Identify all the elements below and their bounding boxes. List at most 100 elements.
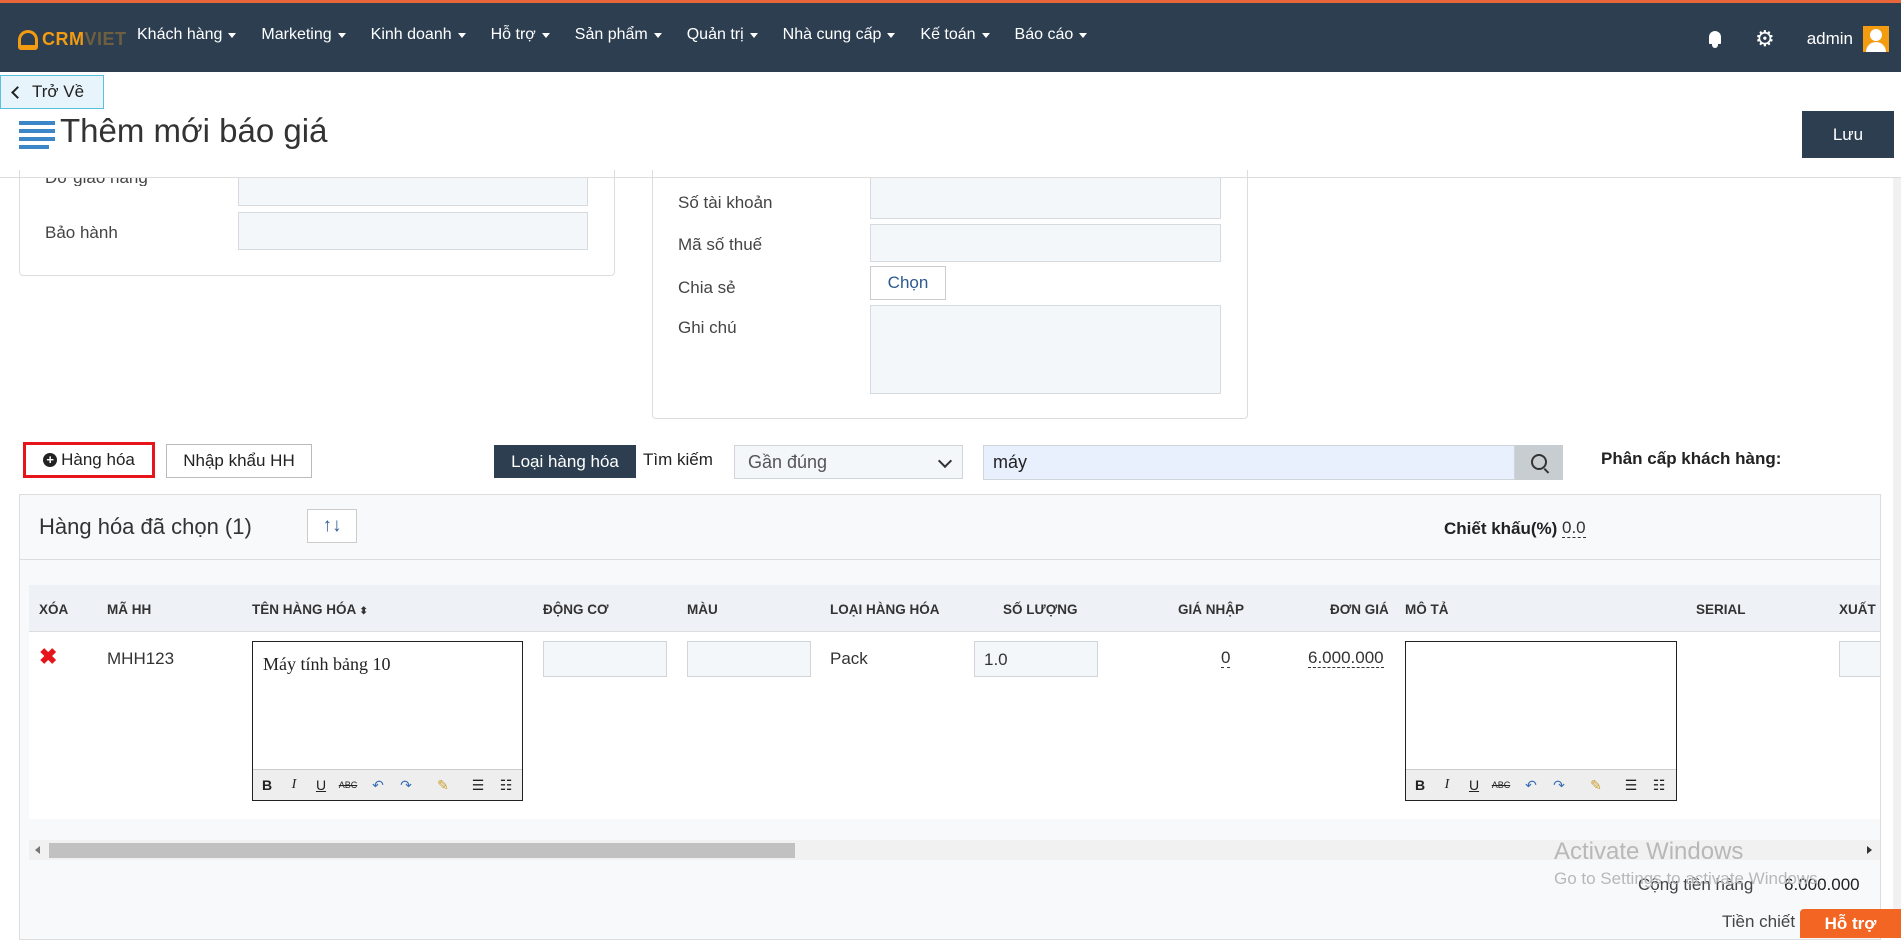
search-button[interactable]	[1515, 445, 1563, 480]
add-goods-button[interactable]: + Hàng hóa	[23, 442, 155, 478]
selected-goods-title: Hàng hóa đã chọn (1)	[39, 514, 252, 539]
italic-icon[interactable]: I	[1437, 776, 1457, 794]
bold-icon[interactable]: B	[257, 776, 277, 794]
selected-goods-header: Hàng hóa đã chọn (1) ↑↓ Chiết khấu(%) 0.…	[20, 495, 1880, 560]
bold-icon[interactable]: B	[1410, 776, 1430, 794]
nav-ho-tro[interactable]: Hỗ trợ	[491, 26, 550, 44]
discount-amount-label: Tiền chiết	[1722, 912, 1796, 931]
search-icon	[1531, 454, 1547, 470]
caret-down-icon	[1079, 32, 1088, 38]
color-field[interactable]	[687, 641, 811, 677]
col-xuat: XUẤT	[1839, 602, 1876, 617]
editor-toolbar: B I U ABC ↶ ↷ ✎ ☰ ☷	[1406, 769, 1676, 800]
activate-windows-watermark: Activate Windows	[1554, 838, 1744, 865]
crm-logo[interactable]: CRMVIET	[18, 29, 127, 50]
col-loai-hang-hoa: LOẠI HÀNG HÓA	[830, 602, 940, 617]
name-editor[interactable]: Máy tính bảng 10 B I U ABC ↶ ↷ ✎ ☰ ☷	[252, 641, 523, 801]
cut-off-field[interactable]	[238, 178, 588, 206]
goods-table: XÓA MÃ HH TÊN HÀNG HÓA ⬍ ĐỘNG CƠ MÀU LOẠ…	[29, 585, 1880, 819]
scroll-thumb[interactable]	[49, 843, 795, 858]
tax-label: Mã số thuế	[678, 235, 763, 254]
nav-marketing[interactable]: Marketing	[261, 26, 346, 44]
export-field[interactable]	[1839, 641, 1880, 677]
col-xoa: XÓA	[39, 602, 69, 617]
underline-icon[interactable]: U	[311, 776, 331, 794]
warranty-field[interactable]	[238, 212, 588, 250]
scroll-left-icon[interactable]	[35, 846, 40, 854]
redo-icon[interactable]: ↷	[1549, 776, 1569, 794]
logo-icon	[18, 29, 38, 50]
cut-off-label: Đơ giao hàng	[45, 178, 148, 186]
scroll-right-icon[interactable]	[1867, 846, 1872, 854]
chevron-left-icon	[11, 85, 24, 99]
numbered-list-icon[interactable]: ☷	[1649, 776, 1669, 794]
discount-value[interactable]: 0.0	[1562, 519, 1586, 538]
unit-price[interactable]: 6.000.000	[1308, 649, 1384, 668]
numbered-list-icon[interactable]: ☷	[496, 776, 516, 794]
engine-field[interactable]	[543, 641, 667, 677]
sort-icon: ⬍	[359, 606, 368, 617]
sort-button[interactable]: ↑↓	[307, 509, 357, 543]
nav-nha-cung-cap[interactable]: Nhà cung cấp	[783, 26, 896, 44]
user-name[interactable]: admin	[1807, 29, 1853, 49]
account-field[interactable]	[870, 178, 1221, 219]
undo-icon[interactable]: ↶	[368, 776, 388, 794]
col-gia-nhap: GIÁ NHẬP	[1178, 602, 1245, 617]
user-area: ⚙ admin	[1707, 21, 1901, 57]
row-type: Pack	[830, 649, 868, 668]
delete-icon[interactable]: ✖	[39, 646, 57, 668]
caret-down-icon	[228, 32, 237, 38]
col-so-luong: SỐ LƯỢNG	[1003, 602, 1078, 617]
page-title: Thêm mới báo giá	[60, 112, 328, 149]
nav-bao-cao[interactable]: Báo cáo	[1015, 26, 1088, 44]
strikethrough-icon[interactable]: ABC	[338, 776, 358, 794]
nav-ke-toan[interactable]: Kế toán	[920, 26, 990, 44]
tax-field[interactable]	[870, 224, 1221, 262]
search-input[interactable]: máy	[983, 445, 1515, 480]
strikethrough-icon[interactable]: ABC	[1491, 776, 1511, 794]
logo-text-a: CRM	[42, 29, 85, 49]
gear-icon[interactable]: ⚙	[1755, 28, 1775, 50]
caret-down-icon	[981, 32, 990, 38]
import-price[interactable]: 0	[1221, 649, 1231, 668]
choose-button[interactable]: Chọn	[870, 266, 946, 300]
vertical-scrollbar[interactable]	[1893, 178, 1901, 938]
italic-icon[interactable]: I	[284, 776, 304, 794]
avatar[interactable]	[1863, 26, 1889, 52]
name-editor-text: Máy tính bảng 10	[263, 654, 391, 674]
logo-text-b: VIET	[84, 29, 127, 49]
col-don-gia: ĐƠN GIÁ	[1330, 602, 1389, 617]
top-navbar: CRMVIET Khách hàng Marketing Kinh doanh …	[0, 0, 1901, 72]
nav-kinh-doanh[interactable]: Kinh doanh	[371, 26, 466, 44]
quantity-field[interactable]: 1.0	[974, 641, 1098, 677]
undo-icon[interactable]: ↶	[1521, 776, 1541, 794]
col-serial: SERIAL	[1696, 602, 1746, 617]
col-ten-hang-hoa[interactable]: TÊN HÀNG HÓA ⬍	[252, 602, 368, 617]
goods-type-button[interactable]: Loại hàng hóa	[494, 445, 636, 478]
save-button[interactable]: Lưu	[1802, 111, 1894, 158]
row-code: MHH123	[107, 649, 175, 668]
bell-icon[interactable]	[1707, 30, 1723, 48]
clear-format-icon[interactable]: ✎	[1586, 776, 1606, 794]
main-menu: Khách hàng Marketing Kinh doanh Hỗ trợ S…	[137, 26, 1112, 44]
underline-icon[interactable]: U	[1464, 776, 1484, 794]
nav-khach-hang[interactable]: Khách hàng	[137, 26, 237, 44]
col-mo-ta: MÔ TẢ	[1405, 602, 1449, 617]
back-button[interactable]: Trở Về	[0, 75, 104, 109]
match-mode-select[interactable]: Gần đúng	[734, 445, 963, 479]
nav-san-pham[interactable]: Sản phẩm	[575, 26, 662, 44]
caret-down-icon	[541, 32, 550, 38]
description-editor[interactable]: B I U ABC ↶ ↷ ✎ ☰ ☷	[1405, 641, 1677, 801]
note-label: Ghi chú	[678, 318, 737, 337]
customer-tier-label: Phân cấp khách hàng:	[1601, 449, 1782, 468]
nav-quan-tri[interactable]: Quản trị	[687, 26, 758, 44]
clear-format-icon[interactable]: ✎	[433, 776, 453, 794]
bullet-list-icon[interactable]: ☰	[1621, 776, 1641, 794]
bullet-list-icon[interactable]: ☰	[468, 776, 488, 794]
redo-icon[interactable]: ↷	[396, 776, 416, 794]
note-textarea[interactable]	[870, 305, 1221, 394]
support-button[interactable]: Hỗ trợ	[1800, 909, 1901, 938]
account-label: Số tài khoản	[678, 193, 773, 212]
discount-label: Chiết khấu(%)	[1444, 519, 1558, 538]
import-goods-button[interactable]: Nhập khẩu HH	[166, 444, 312, 478]
